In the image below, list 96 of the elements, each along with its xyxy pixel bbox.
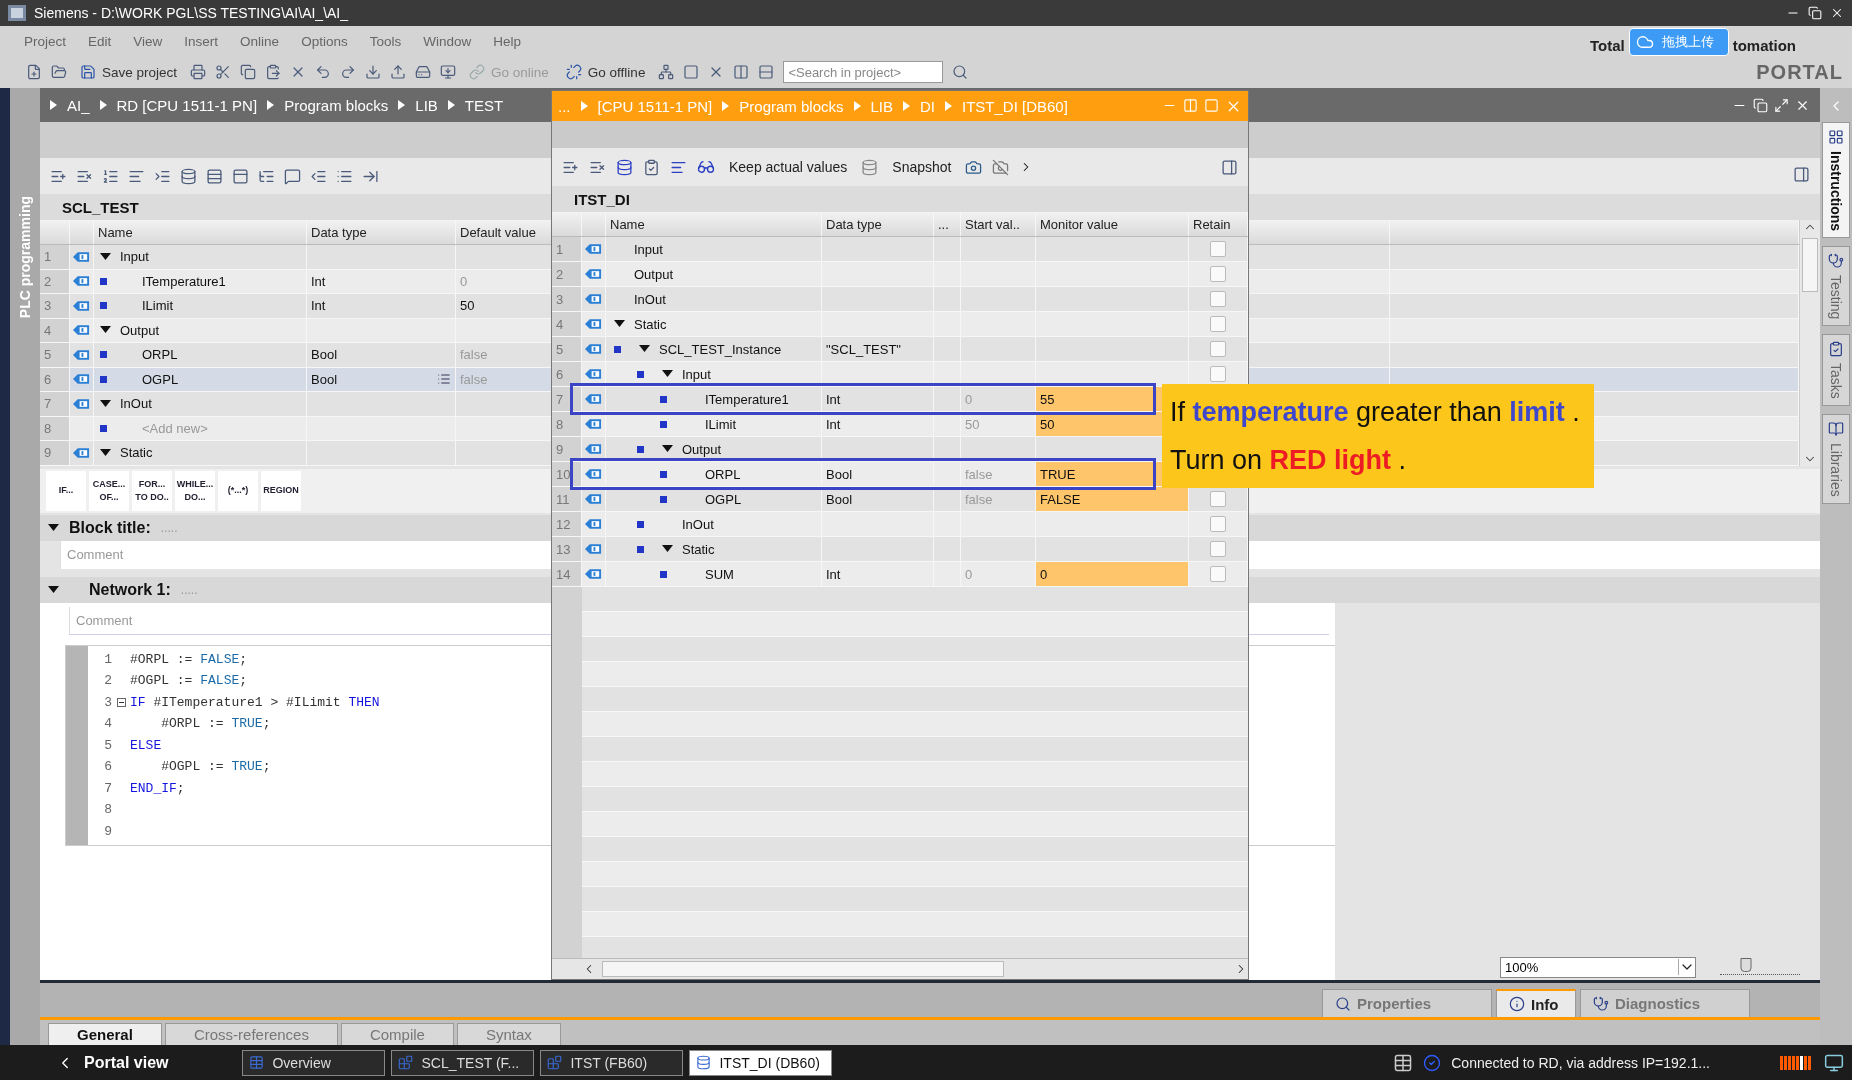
code-line: ELSE (130, 737, 162, 753)
variable-name: OGPL (705, 491, 742, 507)
variable-name: SUM (705, 566, 734, 582)
row-number: 4 (556, 316, 564, 332)
network-label: Network 1: (89, 580, 171, 599)
variable-name: Output (120, 322, 160, 338)
code-line: #ORPL := TRUE; (160, 716, 271, 732)
variable-name: InOut (682, 516, 714, 532)
data-type: Bool (826, 491, 853, 507)
line-number: 5 (103, 737, 112, 753)
data-type: Bool (311, 371, 338, 387)
row-number: 1 (44, 249, 52, 265)
row-number: 10 (556, 466, 571, 482)
monitor-value: 0 (1040, 566, 1048, 582)
line-number: 2 (103, 673, 112, 689)
variable-name: Input (682, 366, 711, 382)
variable-name: SCL_TEST_Instance (659, 341, 782, 357)
line-number: 4 (103, 716, 112, 732)
row-number: 3 (556, 291, 564, 307)
variable-name: Input (634, 241, 663, 257)
start-value: 50 (965, 416, 980, 432)
row-number: 8 (556, 416, 564, 432)
row-number: 14 (556, 566, 571, 582)
code-line: #OGPL := TRUE; (160, 759, 271, 775)
data-type: "SCL_TEST" (826, 341, 901, 357)
row-number: 6 (44, 371, 52, 387)
block-title-label: Block title: (69, 518, 151, 537)
variable-name: ITemperature1 (142, 273, 226, 289)
code-line: #ORPL := FALSE; (130, 651, 248, 667)
start-value: 0 (965, 566, 973, 582)
row-number: 13 (556, 541, 571, 557)
row-number: 4 (44, 322, 52, 338)
line-number: 9 (103, 823, 112, 839)
start-value: false (965, 466, 993, 482)
variable-name: Output (634, 266, 674, 282)
variable-name: ORPL (705, 466, 741, 482)
default-value: 50 (460, 298, 475, 314)
brand-text: tomation (1732, 37, 1796, 54)
row-number: 7 (44, 396, 52, 412)
row-number: 5 (44, 347, 52, 363)
data-type: Bool (311, 347, 338, 363)
line-number: 7 (103, 780, 112, 796)
row-number: 7 (556, 391, 564, 407)
variable-name: Static (634, 316, 667, 332)
row-number: 2 (556, 266, 564, 282)
callout-text: If temperature greater than limit . (1170, 396, 1580, 429)
variable-name: Output (682, 441, 722, 457)
variable-name: OGPL (142, 371, 179, 387)
window-title: Siemens - D:\WORK PGL\SS TESTING\AI\AI_\AI_ (34, 5, 350, 21)
monitor-value: 50 (1040, 416, 1055, 432)
data-type: Int (826, 566, 841, 582)
status-text: Connected to RD, via address IP=192.1... (1451, 1054, 1710, 1071)
variable-name: ORPL (142, 347, 178, 363)
data-type: Int (311, 273, 326, 289)
row-number: 9 (44, 445, 52, 461)
data-type: Int (826, 416, 841, 432)
row-number: 8 (44, 420, 52, 436)
variable-name: ILimit (705, 416, 737, 432)
data-type: Int (826, 391, 841, 407)
default-value: false (460, 347, 488, 363)
variable-name: Static (682, 541, 715, 557)
code-line: IF #ITemperature1 > #ILimit THEN (130, 694, 380, 710)
line-number: 1 (103, 651, 112, 667)
row-number: 3 (44, 298, 52, 314)
callout-text: Turn on RED light . (1170, 444, 1408, 477)
row-number: 1 (556, 241, 564, 257)
data-type: Int (311, 298, 326, 314)
line-number: 6 (103, 759, 112, 775)
start-value: false (965, 491, 993, 507)
variable-name: ITemperature1 (705, 391, 789, 407)
line-number: 8 (103, 802, 112, 818)
row-number: 12 (556, 516, 571, 532)
add-new-placeholder: <Add new> (142, 420, 208, 436)
monitor-value: 55 (1040, 391, 1055, 407)
monitor-value: TRUE (1040, 466, 1076, 482)
block-name: ITST_DI (552, 186, 1248, 212)
code-line: END_IF; (130, 780, 185, 796)
line-number: 3 (103, 694, 112, 710)
row-number: 11 (556, 491, 570, 507)
monitor-value: FALSE (1040, 491, 1081, 507)
variable-name: InOut (120, 396, 152, 412)
row-number: 9 (556, 441, 564, 457)
row-number: 2 (44, 273, 52, 289)
variable-name: ILimit (142, 298, 174, 314)
row-number: 6 (556, 366, 564, 382)
product-name: PORTAL (1756, 60, 1843, 84)
variable-name: Static (120, 445, 153, 461)
start-value: 0 (965, 391, 973, 407)
row-number: 5 (556, 341, 564, 357)
code-line: #OGPL := FALSE; (130, 673, 248, 689)
data-type: Bool (826, 466, 853, 482)
default-value: 0 (460, 273, 468, 289)
default-value: false (460, 371, 488, 387)
brand-text: Total (1589, 37, 1625, 54)
variable-name: InOut (634, 291, 666, 307)
variable-name: Input (120, 249, 149, 265)
